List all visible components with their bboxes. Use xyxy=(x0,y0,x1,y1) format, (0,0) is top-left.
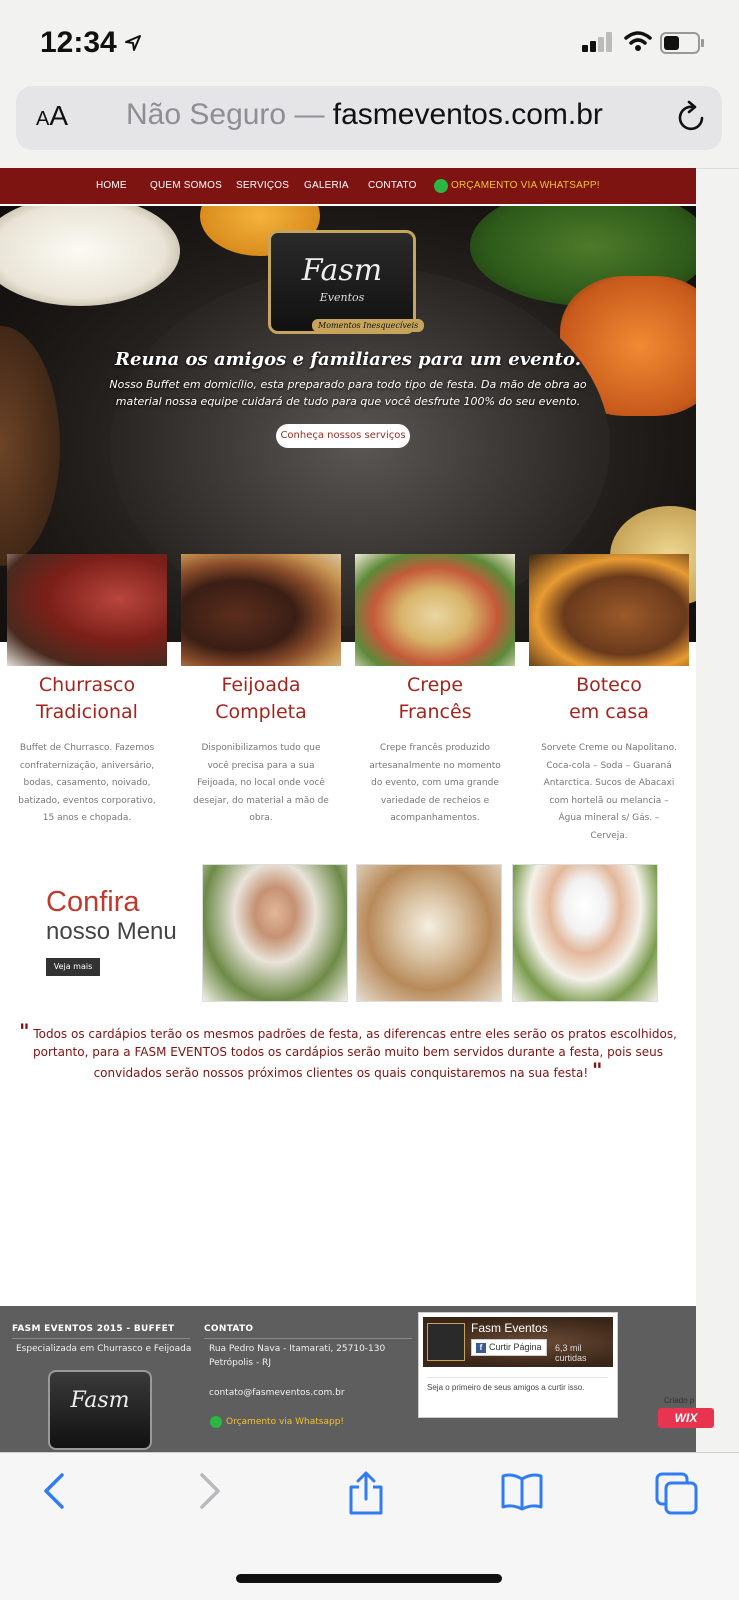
open-quote-icon: " xyxy=(19,1019,30,1043)
service-title: Boteco em casa xyxy=(569,674,649,723)
service-title: Crepe Francês xyxy=(398,674,472,723)
nav-contato[interactable]: CONTATO xyxy=(368,180,417,191)
url-field[interactable]: Não Seguro — fasmeventos.com.br xyxy=(126,98,603,132)
footer-contact-heading: CONTATO xyxy=(204,1324,254,1334)
status-time: 12:34 xyxy=(40,26,117,59)
nav-servicos[interactable]: SERVIÇOS xyxy=(236,180,289,191)
address-bar[interactable]: AA Não Seguro — fasmeventos.com.br xyxy=(16,86,722,150)
signal-icon xyxy=(582,32,612,52)
whatsapp-icon xyxy=(434,179,448,193)
facebook-like-button[interactable]: f Curtir Página xyxy=(471,1339,547,1356)
footer-logo: Fasm xyxy=(48,1370,152,1450)
wifi-icon xyxy=(624,31,652,51)
chef-photo xyxy=(512,864,658,1002)
footer-brand-heading: FASM EVENTOS 2015 - BUFFET xyxy=(12,1324,175,1334)
nav-galeria[interactable]: GALERIA xyxy=(304,180,349,191)
churrasco-photo xyxy=(7,554,167,666)
footer-address-2: Petrópolis - RJ xyxy=(209,1358,271,1368)
services-button[interactable]: Conheça nossos serviços xyxy=(276,424,410,448)
whatsapp-icon xyxy=(210,1416,222,1428)
service-card-feijoada[interactable]: Feijoada Completa Disponibilizamos tudo q… xyxy=(181,554,341,834)
nav-home[interactable]: HOME xyxy=(96,180,127,191)
facebook-banner: Fasm Eventos f Curtir Página 6,3 mil curt… xyxy=(423,1317,613,1367)
hero-title: Reuna os amigos e familiares para um eve… xyxy=(115,349,581,370)
divider xyxy=(204,1338,412,1339)
reload-icon[interactable] xyxy=(676,100,708,134)
service-description: Crepe francês produzido artesanalmente n… xyxy=(369,743,501,823)
close-quote-icon: " xyxy=(592,1058,603,1082)
rice-bowl-image xyxy=(0,206,180,306)
service-title: Churrasco Tradicional xyxy=(36,674,138,723)
created-by-label: Criado p xyxy=(664,1396,695,1405)
facebook-widget: Fasm Eventos f Curtir Página 6,3 mil curt… xyxy=(418,1312,618,1418)
back-icon[interactable] xyxy=(40,1471,70,1511)
cook-photo xyxy=(202,864,348,1002)
menu-quote: " Todos os cardápios terão os mesmos pad… xyxy=(19,1019,677,1082)
service-description: Buffet de Churrasco. Fazemos confraterni… xyxy=(18,743,156,823)
bookmarks-icon[interactable] xyxy=(500,1471,544,1511)
facebook-like-count: 6,3 mil curtidas xyxy=(555,1343,587,1363)
home-indicator xyxy=(236,1574,502,1583)
footer-brand-sub: Especializada em Churrasco e Feijoada xyxy=(16,1344,192,1354)
facebook-friends-text: Seja o primeiro de seus amigos a curtir … xyxy=(427,1377,607,1394)
nav-quem-somos[interactable]: QUEM SOMOS xyxy=(150,180,222,191)
promo-title: Confira xyxy=(46,886,140,918)
boteco-photo xyxy=(529,554,689,666)
site-nav: HOME QUEM SOMOS SERVIÇOS GALERIA CONTATO… xyxy=(0,168,696,204)
divider xyxy=(12,1338,190,1339)
wix-badge[interactable]: WIX xyxy=(658,1408,714,1428)
service-description: Disponibilizamos tudo que você precisa p… xyxy=(193,743,329,823)
veja-mais-button[interactable]: Veja mais xyxy=(46,958,100,976)
text-size-button[interactable]: AA xyxy=(36,100,68,132)
service-card-churrasco[interactable]: Churrasco Tradicional Buffet de Churrasco… xyxy=(7,554,167,834)
menu-promo: Confira nosso Menu Veja mais " Todos os … xyxy=(0,850,696,1110)
logo-tagline: Momentos Inesquecíveis xyxy=(312,319,425,332)
status-bar: 12:34 xyxy=(0,0,739,80)
forward-icon[interactable] xyxy=(194,1471,224,1511)
facebook-page-thumb xyxy=(427,1323,465,1361)
hero-text: Nosso Buffet em domicílio, esta preparad… xyxy=(109,378,587,408)
site-footer: FASM EVENTOS 2015 - BUFFET Especializada… xyxy=(0,1306,696,1452)
location-arrow-icon xyxy=(125,35,141,51)
share-icon[interactable] xyxy=(346,1471,386,1515)
table-setting-photo xyxy=(356,864,502,1002)
nav-whatsapp[interactable]: ORÇAMENTO VIA WHATSAPP! xyxy=(451,180,600,191)
service-card-boteco[interactable]: Boteco em casa Sorvete Creme ou Napolitan… xyxy=(529,554,689,841)
service-card-crepe[interactable]: Crepe Francês Crepe francês produzido art… xyxy=(355,554,515,834)
page-margin xyxy=(696,168,739,1452)
footer-address-1: Rua Pedro Nava - Itamarati, 25710-130 xyxy=(209,1344,386,1354)
promo-subtitle: nosso Menu xyxy=(46,918,177,945)
footer-whatsapp-link[interactable]: Orçamento via Whatsapp! xyxy=(226,1417,344,1427)
battery-icon xyxy=(660,32,704,54)
service-description: Sorvete Creme ou Napolitano. Coca-cola –… xyxy=(541,743,677,841)
footer-email[interactable]: contato@fasmeventos.com.br xyxy=(209,1388,345,1398)
crepe-photo xyxy=(355,554,515,666)
feijoada-photo xyxy=(181,554,341,666)
web-page: HOME QUEM SOMOS SERVIÇOS GALERIA CONTATO… xyxy=(0,168,696,1452)
tabs-icon[interactable] xyxy=(654,1471,700,1517)
service-title: Feijoada Completa xyxy=(215,674,307,723)
facebook-page-name[interactable]: Fasm Eventos xyxy=(471,1321,548,1335)
facebook-icon: f xyxy=(476,1343,486,1353)
